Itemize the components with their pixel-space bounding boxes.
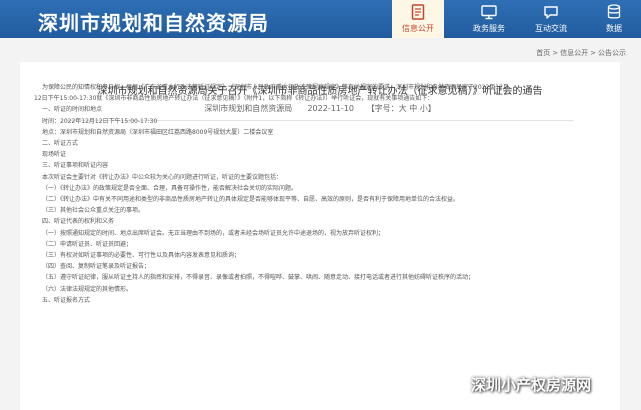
paragraph: （三）其他社会公众重点关注的事项。 — [42, 207, 145, 215]
paragraph: 为保障公民的知情权和参与权，根据《广东省重大行政决策听证规定》、《深圳市人民政府… — [42, 84, 509, 91]
nav-label: 信息公开 — [402, 24, 434, 33]
site-header: 深圳市规划和自然资源局 信息公开 政务服务 互动交流 数据 — [0, 0, 641, 38]
paragraph: （一）按照通知规定的时间、地点出席听证会。无正当理由不到场的，或者未经会场听证员… — [42, 229, 385, 237]
paragraph: 本次听证会主要针对《转让办法》中公众较为关心的问题进行听证，听证的主要议题包括： — [42, 173, 283, 181]
nav-info-public[interactable]: 信息公开 — [392, 0, 444, 38]
section-heading: 二、听证方式 — [42, 140, 79, 148]
paragraph: （三）有权对如听证事项的必要性、可行性以及具体内容发表意见和质询； — [42, 252, 241, 260]
breadcrumb-separator: > — [552, 49, 559, 57]
nav-label: 互动交流 — [535, 24, 567, 33]
paragraph: 时间：2022年12月12日下午15:00-17:30 — [42, 117, 158, 125]
breadcrumb-separator: > — [590, 49, 596, 57]
site-title[interactable]: 深圳市规划和自然资源局 — [38, 7, 269, 36]
nav-data[interactable]: 数据 — [590, 0, 638, 38]
watermark-text: 深圳小产权房源网 — [471, 376, 592, 394]
breadcrumb-notices[interactable]: 公告公示 — [598, 49, 626, 57]
breadcrumb-info-public[interactable]: 信息公开 — [560, 49, 588, 57]
monitor-icon — [481, 4, 497, 20]
paragraph: 现场听证 — [42, 151, 67, 159]
paragraph: （一）《转让办法》的政策规定是否全面、合理，具备可操作性，能否解决社会关切的实际… — [42, 184, 298, 192]
breadcrumb-home[interactable]: 首页 — [536, 49, 550, 57]
breadcrumb: 首页 > 信息公开 > 公告公示 — [535, 48, 627, 58]
database-icon — [606, 4, 622, 20]
nav-label: 数据 — [606, 24, 622, 33]
section-heading: 四、听证代表的权利和义务 — [42, 218, 115, 226]
paragraph: （二）《转让办法》中有关不同用途和类型的非商品性质房地产转让的具体规定是否能够体… — [42, 196, 460, 204]
paragraph: （四）查阅、复制听证笔录及听证报告； — [42, 263, 151, 271]
nav-interaction[interactable]: 互动交流 — [522, 0, 580, 38]
wechat-icon — [448, 375, 466, 394]
section-heading: 一、听证的时间和地点 — [42, 106, 103, 114]
paragraph: （五）遵守听证纪律，服从听证主持人的指挥和安排，不得录音、录像或者拍照，不得喧哗… — [42, 274, 475, 282]
nav-label: 政务服务 — [473, 24, 505, 33]
chat-icon — [543, 4, 559, 20]
article-body: 为保障公民的知情权和参与权，根据《广东省重大行政决策听证规定》、《深圳市人民政府… — [34, 82, 590, 306]
section-heading: 三、听证事项和听证内容 — [42, 162, 109, 170]
section-heading: 五、听证报名方式 — [42, 296, 91, 304]
document-icon — [410, 4, 426, 20]
watermark: 深圳小产权房源网 — [448, 374, 591, 395]
paragraph: 12日下午15:00-17:30就《深圳市非商品性质房地产转让办法（征求意见稿）… — [34, 95, 434, 103]
paragraph: 地点：深圳市规划和自然资源局（深圳市福田区红荔西路8009号规划大厦）二楼会议室 — [42, 128, 274, 136]
paragraph: （二）申请听证员、听证员回避； — [42, 240, 133, 248]
nav-gov-service[interactable]: 政务服务 — [465, 0, 513, 38]
paragraph: （六）法律法规规定的其他情形。 — [42, 285, 133, 293]
